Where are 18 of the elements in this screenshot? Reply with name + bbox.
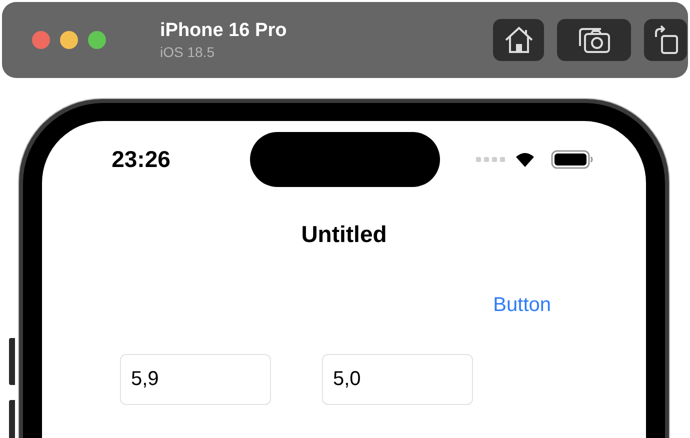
camera-icon [577, 26, 611, 54]
signal-icon [476, 157, 505, 162]
wifi-icon [515, 152, 535, 168]
zoom-button[interactable] [88, 31, 106, 49]
status-time: 23:26 [110, 145, 172, 174]
text-field[interactable]: 5,9 [120, 354, 271, 404]
navigation-title: Untitled [301, 220, 387, 249]
rotate-icon [652, 25, 678, 55]
os-version: iOS 18.5 [160, 43, 216, 61]
minimize-button[interactable] [60, 31, 78, 49]
rotate-button[interactable] [644, 19, 687, 61]
text-field[interactable]: 5,0 [322, 354, 473, 404]
text-button[interactable]: Button [493, 290, 551, 320]
screenshot-button[interactable] [557, 19, 631, 61]
house-icon [504, 26, 534, 54]
device-name: iPhone 16 Pro [160, 19, 287, 43]
battery-icon [551, 150, 594, 169]
home-button[interactable] [493, 19, 544, 61]
